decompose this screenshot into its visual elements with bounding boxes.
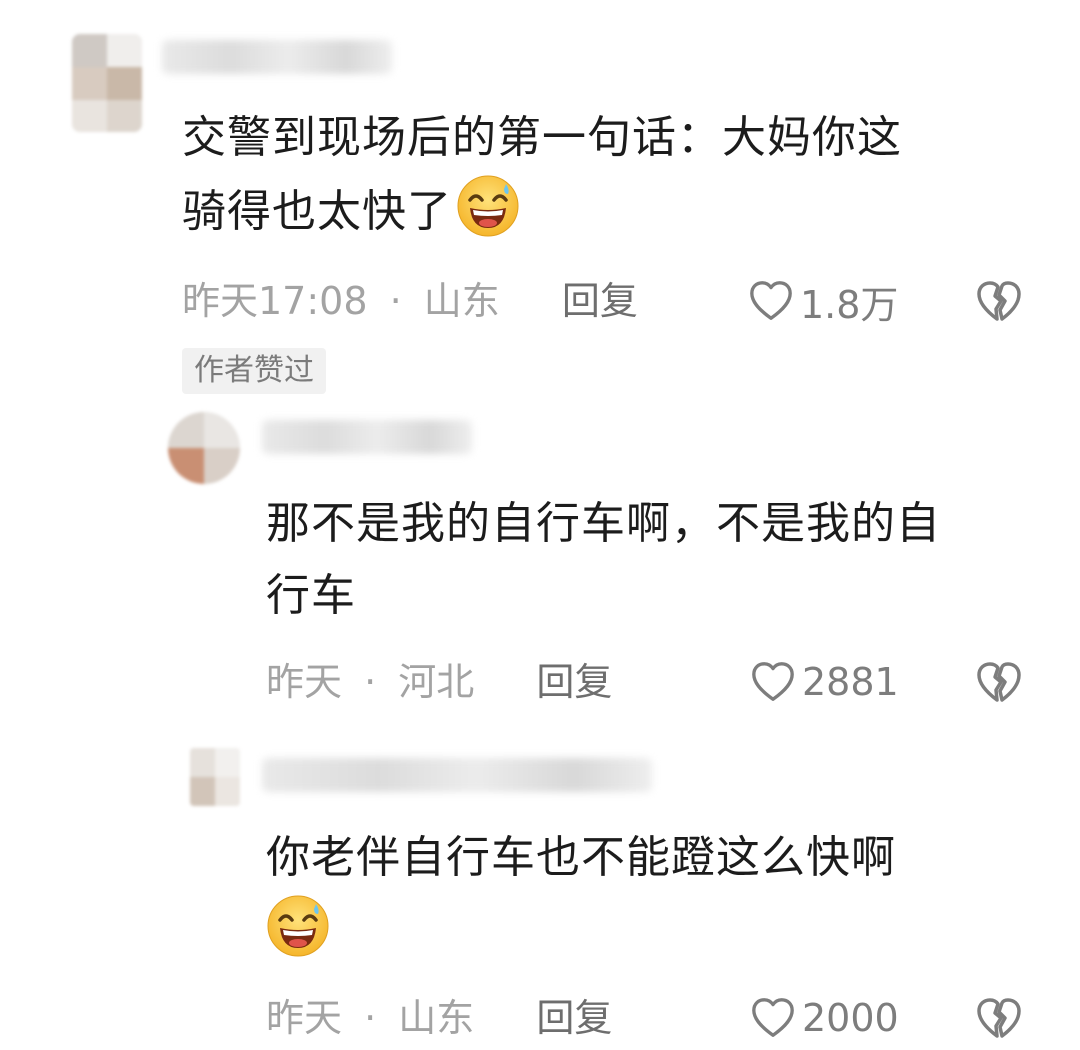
comment-text: 你老伴自行车也不能蹬这么快啊 bbox=[266, 822, 896, 968]
location: 山东 bbox=[423, 279, 500, 323]
username-blurred[interactable] bbox=[162, 40, 392, 74]
grinning-sweat-emoji-icon bbox=[456, 174, 520, 238]
username-blurred[interactable] bbox=[262, 420, 472, 454]
like-count: 2000 bbox=[802, 996, 899, 1040]
location: 山东 bbox=[398, 996, 475, 1040]
author-liked-badge: 作者赞过 bbox=[182, 348, 326, 394]
comment-meta: 昨天 · 河北 回复 bbox=[266, 658, 612, 706]
like-count: 2881 bbox=[802, 660, 899, 704]
reply-button[interactable]: 回复 bbox=[536, 658, 612, 706]
comment-text: 交警到现场后的第一句话：大妈你这 骑得也太快了 bbox=[182, 112, 902, 238]
like-count: 1.8万 bbox=[800, 282, 899, 327]
heart-icon bbox=[748, 278, 794, 324]
broken-heart-icon[interactable] bbox=[975, 659, 1023, 707]
reply-button[interactable]: 回复 bbox=[536, 994, 612, 1042]
timestamp: 昨天 bbox=[266, 996, 343, 1040]
timestamp: 昨天17:08 bbox=[182, 279, 368, 323]
like-button[interactable]: 1.8万 bbox=[748, 277, 898, 327]
avatar[interactable] bbox=[168, 412, 240, 484]
grinning-sweat-emoji-icon bbox=[266, 894, 330, 958]
location: 河北 bbox=[398, 660, 475, 704]
broken-heart-icon[interactable] bbox=[975, 995, 1023, 1043]
separator-dot: · bbox=[364, 660, 377, 704]
timestamp: 昨天 bbox=[266, 660, 343, 704]
comment-text: 那不是我的自行车啊，不是我的自 行车 bbox=[266, 498, 941, 621]
comment-meta: 昨天 · 山东 回复 bbox=[266, 994, 612, 1042]
broken-heart-icon[interactable] bbox=[975, 278, 1023, 326]
avatar[interactable] bbox=[72, 34, 142, 132]
separator-dot: · bbox=[364, 996, 377, 1040]
heart-icon bbox=[750, 659, 796, 705]
like-button[interactable]: 2881 bbox=[750, 658, 899, 706]
like-button[interactable]: 2000 bbox=[750, 994, 899, 1042]
reply-button[interactable]: 回复 bbox=[562, 277, 638, 325]
heart-icon bbox=[750, 995, 796, 1041]
avatar[interactable] bbox=[190, 748, 240, 806]
username-blurred[interactable] bbox=[262, 758, 652, 792]
separator-dot: · bbox=[389, 279, 402, 323]
comment-meta: 昨天17:08 · 山东 回复 bbox=[182, 277, 638, 325]
